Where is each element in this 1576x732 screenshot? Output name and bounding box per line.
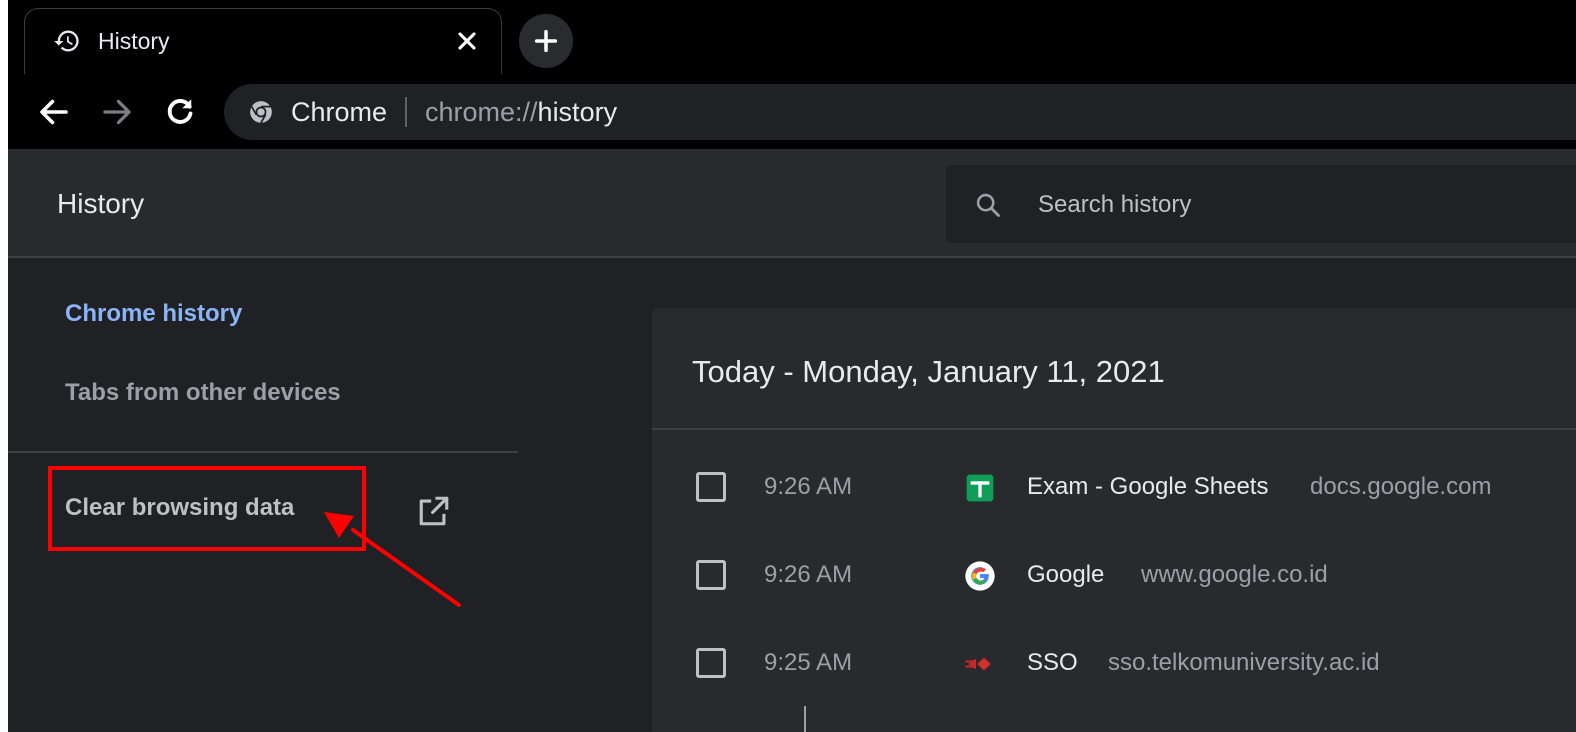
tab-strip: History (8, 0, 1576, 74)
site-label: Chrome (291, 97, 388, 127)
browser-window: History Chrome chrome://history History … (8, 0, 1576, 732)
reload-icon[interactable] (162, 94, 198, 130)
history-entry: 9:26 AM Google www.google.co.id (652, 546, 1576, 606)
search-icon (976, 193, 1000, 217)
tab-history[interactable]: History (24, 8, 502, 74)
timeline-connector (804, 706, 806, 732)
url-text: chrome://history (425, 97, 618, 127)
forward-arrow-icon[interactable] (99, 94, 135, 130)
chrome-logo-icon (250, 101, 272, 124)
entry-domain: sso.telkomuniversity.ac.id (1108, 649, 1380, 676)
annotation-arrow (324, 512, 461, 607)
google-icon (965, 561, 995, 591)
plus-icon (534, 29, 558, 53)
entry-time: 9:25 AM (764, 649, 853, 676)
page-header: History (8, 149, 1576, 258)
google-sheets-icon (966, 474, 994, 502)
entry-title[interactable]: Exam - Google Sheets (1027, 472, 1268, 502)
search-box[interactable] (946, 165, 1576, 243)
day-heading: Today - Monday, January 11, 2021 (692, 354, 1165, 389)
entry-title[interactable]: SSO (1027, 648, 1078, 678)
close-icon[interactable] (453, 27, 481, 55)
history-icon (54, 30, 79, 52)
entry-domain: docs.google.com (1310, 473, 1492, 500)
history-entry: 9:25 AM SSO sso.telkomuniversity.ac.id (652, 634, 1576, 694)
search-input[interactable] (1036, 185, 1576, 225)
page-title: History (57, 188, 145, 219)
history-card: Today - Monday, January 11, 2021 9:26 AM… (652, 308, 1576, 732)
tab-title: History (98, 28, 170, 54)
entry-checkbox[interactable] (696, 472, 726, 502)
card-divider (652, 428, 1576, 430)
entry-time: 9:26 AM (764, 473, 853, 500)
entry-checkbox[interactable] (696, 648, 726, 678)
omnibox-divider (405, 97, 407, 127)
entry-title[interactable]: Google (1027, 560, 1104, 590)
new-tab-button[interactable] (519, 14, 573, 68)
back-arrow-icon[interactable] (36, 94, 72, 130)
address-bar[interactable]: Chrome chrome://history (224, 84, 1576, 140)
entry-checkbox[interactable] (696, 560, 726, 590)
toolbar: Chrome chrome://history (8, 74, 1576, 149)
sidebar: Chrome history Tabs from other devices C… (8, 258, 518, 732)
entry-time: 9:26 AM (764, 561, 853, 588)
entry-domain: www.google.co.id (1141, 561, 1328, 588)
history-entry: 9:26 AM Exam - Google Sheets docs.google… (652, 458, 1576, 518)
sso-icon (965, 657, 991, 671)
